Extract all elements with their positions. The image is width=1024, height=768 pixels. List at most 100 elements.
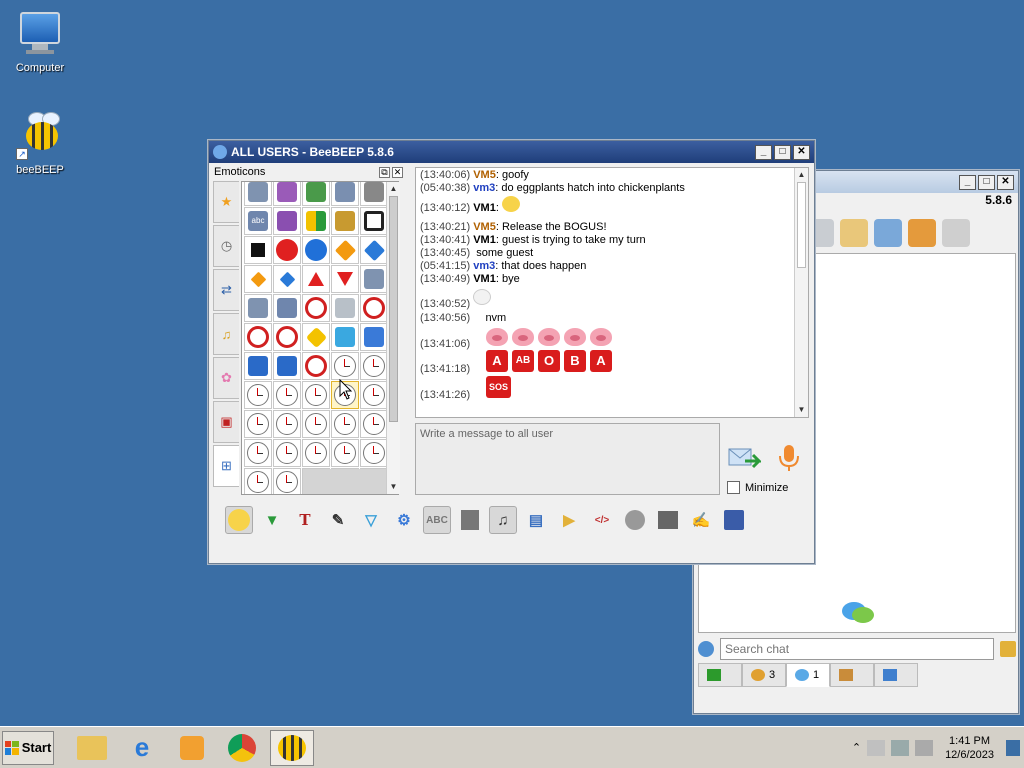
start-button[interactable]: Start [2, 730, 54, 765]
category-objects-tab[interactable]: ▣ [213, 401, 239, 443]
clock-icon[interactable] [360, 439, 388, 467]
clock-icon[interactable] [273, 439, 301, 467]
download-arrow-button[interactable]: ▼ [258, 506, 286, 534]
taskbar-media-player[interactable] [170, 730, 214, 766]
clock-icon[interactable] [331, 439, 359, 467]
font-button[interactable]: T [291, 506, 319, 534]
minimize-button[interactable]: _ [959, 174, 976, 190]
faucet-icon[interactable] [331, 294, 359, 322]
emoticon-button[interactable] [225, 506, 253, 534]
no-entry-icon[interactable] [273, 323, 301, 351]
clock[interactable]: 1:41 PM 12/6/2023 [945, 734, 994, 762]
emoticon[interactable] [244, 182, 272, 206]
clock-icon[interactable] [273, 381, 301, 409]
red-circle-icon[interactable] [273, 236, 301, 264]
search-chat-input[interactable] [720, 638, 994, 660]
scroll-up-arrow[interactable]: ▲ [795, 168, 808, 182]
clock-icon[interactable] [331, 410, 359, 438]
clear-chat-button[interactable] [654, 506, 682, 534]
black-square-icon[interactable] [244, 236, 272, 264]
up-button-icon[interactable] [360, 265, 388, 293]
category-star-tab[interactable]: ★ [213, 181, 239, 223]
download-icon[interactable] [908, 219, 936, 247]
close-button[interactable]: ✕ [997, 174, 1014, 190]
potable-water-icon[interactable] [331, 323, 359, 351]
checkbox-box[interactable] [727, 481, 740, 494]
desktop-icon-computer[interactable]: Computer [0, 10, 80, 74]
blue-diamond-icon[interactable] [360, 236, 388, 264]
minimize-checkbox[interactable]: Minimize [727, 481, 788, 494]
emoticon[interactable] [360, 182, 388, 206]
clock-icon[interactable] [244, 381, 272, 409]
down-button-icon[interactable] [244, 294, 272, 322]
send-message-icon[interactable] [727, 443, 761, 473]
close-panel-button[interactable]: ✕ [392, 166, 403, 178]
save-button[interactable] [720, 506, 748, 534]
desktop-icon-beebeep[interactable]: ↗ beeBEEP [0, 112, 80, 176]
clock-icon[interactable] [331, 352, 359, 380]
settings-icon[interactable] [698, 641, 714, 657]
send-file-button[interactable]: ▤ [522, 506, 550, 534]
category-flower-tab[interactable]: ✿ [213, 357, 239, 399]
small-orange-diamond-icon[interactable] [244, 265, 272, 293]
notes-button[interactable]: ✍ [687, 506, 715, 534]
clear-icon[interactable] [1000, 641, 1016, 657]
left-luggage-icon[interactable] [273, 352, 301, 380]
screenshot-button[interactable] [621, 506, 649, 534]
category-clock-tab[interactable]: ◷ [213, 225, 239, 267]
maximize-button[interactable]: □ [774, 144, 791, 160]
network-icon[interactable] [891, 739, 910, 756]
category-symbols-tab[interactable]: ⊞ [213, 445, 239, 487]
close-button[interactable]: ✕ [793, 144, 810, 160]
orange-diamond-icon[interactable] [331, 236, 359, 264]
clock-icon[interactable] [360, 410, 388, 438]
volume-muted-icon[interactable] [915, 739, 934, 756]
clock-icon[interactable] [302, 410, 330, 438]
scroll-down-arrow[interactable]: ▼ [387, 480, 400, 494]
no-littering-icon[interactable] [360, 294, 388, 322]
restroom-icon[interactable] [273, 294, 301, 322]
show-desktop-icon[interactable] [1006, 739, 1020, 756]
float-button[interactable]: ⧉ [379, 166, 390, 178]
microphone-icon[interactable] [775, 443, 803, 473]
clock-icon[interactable] [273, 468, 301, 494]
tools-icon[interactable] [874, 219, 902, 247]
maximize-button[interactable]: □ [978, 174, 995, 190]
tab-users[interactable]: 3 [742, 663, 786, 687]
scroll-thumb[interactable] [797, 182, 806, 268]
sound-button[interactable]: ♫ [489, 506, 517, 534]
category-arrows-tab[interactable]: ⇄ [213, 269, 239, 311]
scroll-thumb[interactable] [389, 196, 398, 422]
wheelchair-icon[interactable] [360, 323, 388, 351]
taskbar-chrome[interactable] [220, 730, 264, 766]
tab-chats[interactable]: 1 [786, 663, 830, 687]
tab-groups[interactable] [830, 663, 874, 687]
no-phones-icon[interactable] [302, 352, 330, 380]
red-triangle-up-icon[interactable] [302, 265, 330, 293]
color-button[interactable]: ✎ [324, 506, 352, 534]
tab-home[interactable] [698, 663, 742, 687]
tab-network[interactable] [874, 663, 918, 687]
settings-button[interactable]: ⚙ [390, 506, 418, 534]
clock-icon[interactable] [244, 410, 272, 438]
children-crossing-icon[interactable] [302, 323, 330, 351]
emoticon[interactable] [302, 182, 330, 206]
clock-icon[interactable] [360, 381, 388, 409]
show-hidden-icons-icon[interactable]: ⌃ [852, 741, 861, 754]
star-of-david-icon[interactable] [273, 207, 301, 235]
small-blue-diamond-icon[interactable] [273, 265, 301, 293]
scroll-up-arrow[interactable]: ▲ [387, 182, 400, 196]
blue-circle-icon[interactable] [302, 236, 330, 264]
category-bell-tab[interactable]: ♫ [213, 313, 239, 355]
clock-icon[interactable] [273, 410, 301, 438]
emoticon-scrollbar[interactable]: ▲ ▼ [386, 182, 400, 494]
scroll-down-arrow[interactable]: ▼ [795, 403, 808, 417]
clock-icon[interactable] [244, 468, 272, 494]
edit-icon[interactable] [840, 219, 868, 247]
abc-icon[interactable]: abc [244, 207, 272, 235]
dictionary-button[interactable] [456, 506, 484, 534]
filter-button[interactable]: ▽ [357, 506, 385, 534]
chat-scrollbar[interactable]: ▲ ▼ [794, 168, 808, 417]
clock-icon[interactable] [360, 352, 388, 380]
clock-icon[interactable] [302, 439, 330, 467]
